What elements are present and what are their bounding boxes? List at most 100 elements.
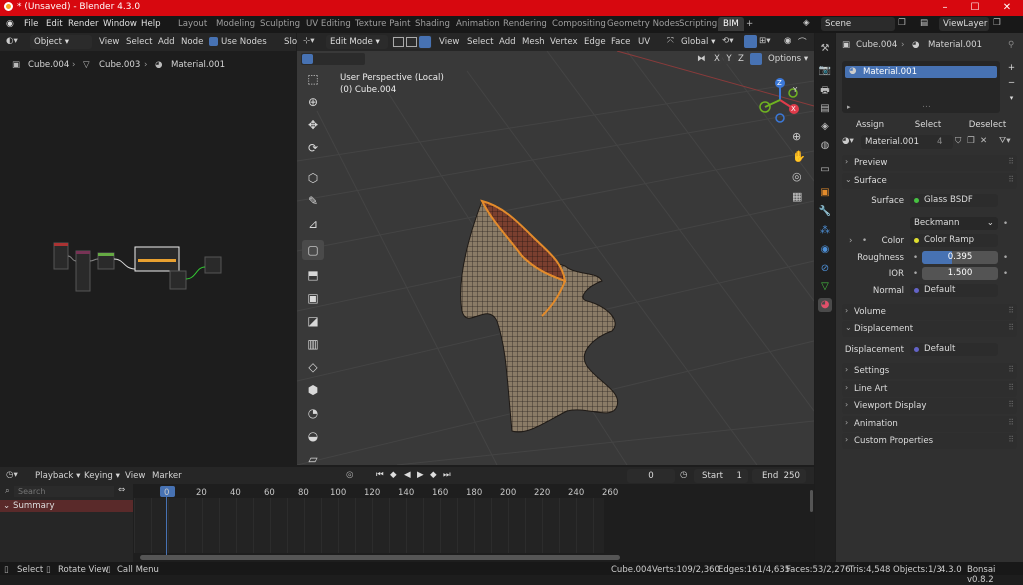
selection-set-icon[interactable]	[302, 54, 313, 64]
object-tab-icon[interactable]: ▣	[818, 186, 832, 200]
drag-handle-icon[interactable]: ⠿	[1008, 323, 1014, 332]
shear-tool-icon[interactable]: ▱	[302, 449, 324, 469]
view-layer-tab-icon[interactable]: ▤	[818, 102, 832, 116]
view-layer-icon[interactable]: ▤	[920, 18, 928, 28]
menu-window[interactable]: Window	[103, 19, 137, 29]
viewport-menu-mesh[interactable]: Mesh	[522, 37, 545, 47]
viewport-menu-edge[interactable]: Edge	[584, 37, 606, 47]
add-cube-tool-icon[interactable]: ▢	[302, 240, 324, 260]
zoom-icon[interactable]: ⊕	[792, 130, 801, 143]
mesh-object[interactable]	[447, 181, 637, 441]
distribution-dropdown[interactable]: Beckmann ⌄	[910, 217, 998, 230]
drag-handle-icon[interactable]: ⠿	[1008, 383, 1014, 392]
measure-tool-icon[interactable]: ⊿	[302, 214, 324, 234]
camera-view-icon[interactable]: ◎	[792, 170, 802, 183]
scene-tab-icon[interactable]: ◈	[818, 120, 832, 134]
swap-icon[interactable]: ⇔	[118, 485, 125, 495]
vertex-select-icon[interactable]	[393, 37, 404, 47]
current-frame-field[interactable]: 0	[627, 469, 675, 483]
auto-merge-icon[interactable]	[750, 53, 762, 65]
drag-handle-icon[interactable]: ⠿	[1008, 175, 1014, 184]
section-settings[interactable]: › Settings ⠿	[842, 363, 1017, 379]
jump-keyframe-forward-icon[interactable]: ◆	[430, 470, 437, 480]
section-volume[interactable]: › Volume ⠿	[842, 304, 1017, 320]
modifier-tab-icon[interactable]: 🔧	[818, 205, 832, 219]
section-animation[interactable]: › Animation ⠿	[842, 416, 1017, 432]
node-menu-node[interactable]: Node	[181, 37, 203, 47]
face-select-icon[interactable]	[419, 36, 431, 48]
keyframe-dot-icon[interactable]: •	[1003, 269, 1008, 279]
tab-shading[interactable]: Shading	[415, 19, 450, 29]
material-slot-item[interactable]: ◕ Material.001	[845, 66, 997, 78]
node-graph[interactable]	[50, 241, 230, 296]
output-tab-icon[interactable]: 🖶	[818, 84, 832, 98]
node-texcoord[interactable]	[53, 242, 69, 270]
select-box-tool-icon[interactable]: ⬚	[302, 69, 324, 89]
timeline-vertical-scrollbar[interactable]	[810, 490, 813, 512]
keying-menu[interactable]: Keying ▾	[84, 471, 120, 481]
loop-cut-tool-icon[interactable]: ▥	[302, 334, 324, 354]
data-tab-icon[interactable]: ▽	[818, 280, 832, 294]
tab-animation[interactable]: Animation	[456, 19, 500, 29]
tab-geometry-nodes[interactable]: Geometry Nodes	[607, 19, 680, 29]
view-layer-field[interactable]: ViewLayer	[939, 17, 989, 31]
node-editor-canvas[interactable]: ▣ Cube.004 › ▽ Cube.003 › ◕ Material.001	[0, 51, 296, 465]
timeline-view-menu[interactable]: View	[125, 471, 145, 481]
drag-handle-icon[interactable]: ⠿	[1008, 400, 1014, 409]
tab-rendering[interactable]: Rendering	[503, 19, 547, 29]
section-surface[interactable]: ⌄ Surface ⠿	[842, 173, 1017, 189]
timeline-editor-type-icon[interactable]: ◷▾	[6, 470, 18, 480]
play-icon[interactable]: ▶	[417, 470, 424, 480]
viewport-menu-view[interactable]: View	[439, 37, 459, 47]
drag-handle-icon[interactable]: ⠿	[1008, 157, 1014, 166]
tab-uv-editing[interactable]: UV Editing	[306, 19, 351, 29]
viewport-menu-vertex[interactable]: Vertex	[550, 37, 578, 47]
scene-icon[interactable]: ◈	[803, 18, 817, 31]
world-tab-icon[interactable]: ◍	[818, 139, 832, 153]
tool-tab-icon[interactable]: ⚒	[818, 42, 832, 56]
tab-bim[interactable]: BIM	[718, 17, 744, 31]
options-dropdown[interactable]: Options ▾	[768, 54, 808, 64]
displacement-input-field[interactable]: Default	[910, 343, 998, 356]
material-tab-icon[interactable]: ◕	[818, 298, 832, 312]
start-frame-field[interactable]: Start 1	[694, 469, 748, 483]
collection-tab-icon[interactable]: ▭	[818, 163, 832, 177]
add-slot-button[interactable]: +	[1005, 63, 1018, 75]
select-button[interactable]: Select	[900, 118, 956, 131]
fake-user-icon[interactable]: ⛉	[955, 136, 961, 146]
tab-texture-paint[interactable]: Texture Paint	[355, 19, 410, 29]
surface-shader-field[interactable]: Glass BSDF	[910, 194, 998, 207]
node-menu-add[interactable]: Add	[158, 37, 175, 47]
dopesheet-grid[interactable]	[134, 498, 604, 553]
particles-tab-icon[interactable]: ⁂	[818, 224, 832, 238]
color-input-field[interactable]: Color Ramp	[910, 234, 998, 247]
unlink-material-icon[interactable]: ✕	[980, 136, 987, 146]
poly-build-tool-icon[interactable]: ⬢	[302, 380, 324, 400]
viewport-menu-select[interactable]: Select	[467, 37, 494, 47]
tab-sculpting[interactable]: Sculpting	[260, 19, 300, 29]
render-tab-icon[interactable]: 📷	[818, 64, 832, 78]
mirror-z-toggle[interactable]: Z	[736, 54, 746, 64]
jump-keyframe-back-icon[interactable]: ◆	[390, 470, 397, 480]
tab-scripting[interactable]: Scripting	[679, 19, 717, 29]
tab-modeling[interactable]: Modeling	[216, 19, 255, 29]
drag-handle-icon[interactable]: ⠿	[1008, 418, 1014, 427]
use-nodes-checkbox[interactable]	[209, 37, 218, 46]
material-browse-icon[interactable]: ◕▾	[842, 136, 854, 146]
editor-type-icon[interactable]: ◐▾	[6, 36, 18, 46]
mirror-x-toggle[interactable]: X	[712, 54, 722, 64]
maximize-button[interactable]: ☐	[960, 1, 990, 15]
record-icon[interactable]: ◎	[346, 470, 354, 480]
viewport-editor-type-icon[interactable]: ⊹▾	[303, 36, 315, 46]
mesh-body[interactable]	[460, 200, 619, 433]
orthographic-grid-icon[interactable]: ▦	[792, 190, 802, 203]
tab-compositing[interactable]: Compositing	[552, 19, 606, 29]
view-layer-duplicate-icon[interactable]: ❐	[993, 18, 1001, 28]
spin-tool-icon[interactable]: ◔	[302, 403, 324, 423]
node-glass-bsdf[interactable]	[169, 270, 187, 290]
filter-icon[interactable]: ⛛▾	[999, 136, 1011, 146]
viewport-menu-add[interactable]: Add	[499, 37, 516, 47]
scene-field[interactable]: Scene	[821, 17, 895, 31]
slot-dropdown[interactable]: Slo	[284, 37, 297, 47]
slot-menu-button[interactable]: ▾	[1005, 94, 1018, 106]
